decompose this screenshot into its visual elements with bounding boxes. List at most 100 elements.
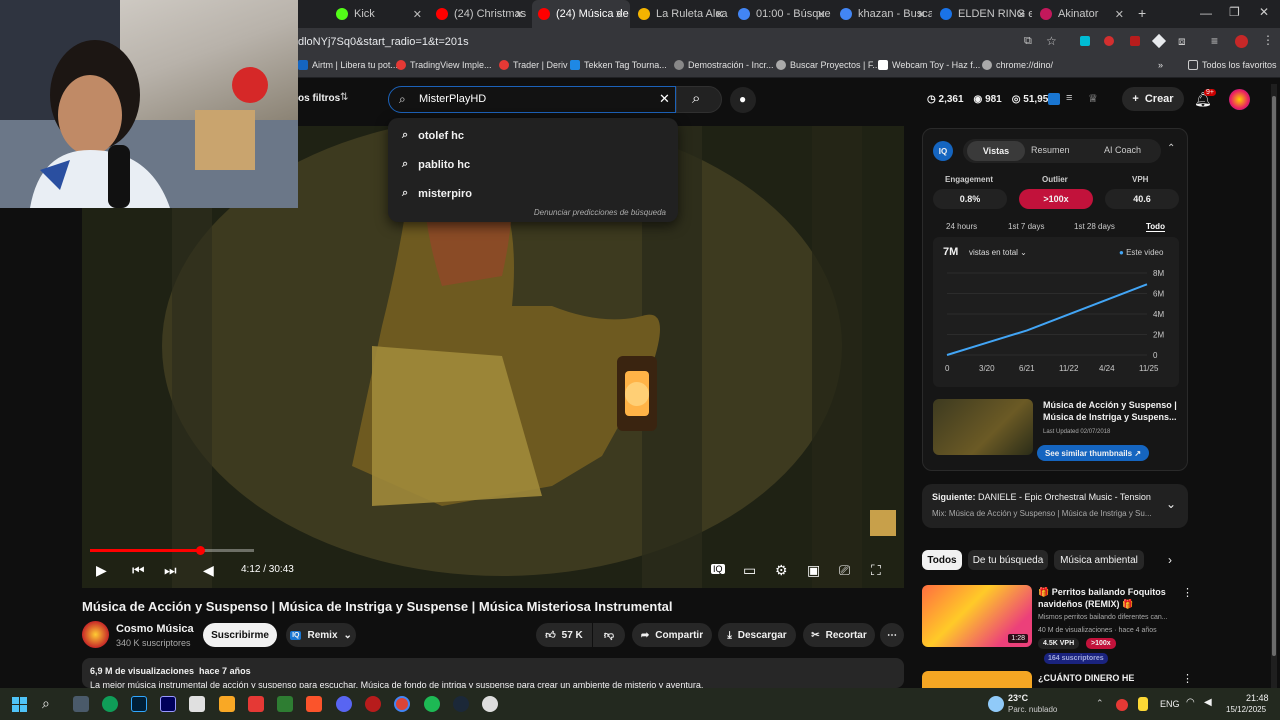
store-icon[interactable]	[189, 696, 205, 712]
tray-chevron-icon[interactable]: ⌃	[1096, 698, 1104, 709]
bookmarks-overflow-icon[interactable]: »	[1158, 60, 1163, 70]
tab-ruleta[interactable]: La Ruleta Alea ✕	[632, 0, 730, 28]
extension-icon[interactable]	[1104, 36, 1114, 46]
range-28d[interactable]: 1st 28 days	[1074, 222, 1115, 231]
chip-todos[interactable]: Todos	[922, 550, 962, 570]
theater-icon[interactable]: ▣	[807, 562, 820, 579]
folder-icon[interactable]	[219, 696, 235, 712]
close-icon[interactable]: ✕	[817, 8, 826, 21]
voice-search-button[interactable]: ●	[730, 87, 756, 113]
minimize-icon[interactable]: —	[1200, 6, 1212, 20]
next-icon[interactable]: ⏭︎	[164, 562, 177, 579]
language-indicator[interactable]: ENG	[1160, 699, 1180, 709]
tab-vistas[interactable]: Vistas	[967, 141, 1025, 161]
scrollbar-thumb[interactable]	[1272, 96, 1276, 656]
restore-icon[interactable]: ❐	[1229, 5, 1240, 19]
tab-ai-coach[interactable]: AI Coach	[1104, 145, 1141, 155]
related-title[interactable]: 🎁 Perritos bailando Foquitos navideños (…	[1038, 586, 1166, 610]
install-icon[interactable]: ⧉	[1024, 35, 1032, 48]
search-input[interactable]: MisterPlayHD	[419, 93, 486, 105]
spotify-icon[interactable]	[424, 696, 440, 712]
create-button[interactable]: + Crear	[1122, 87, 1184, 111]
range-24h[interactable]: 24 hours	[946, 222, 977, 231]
dislike-button[interactable]: 👎︎	[593, 623, 625, 647]
tab-christmas[interactable]: (24) Christmas ✕	[430, 0, 530, 28]
tab-kick[interactable]: Kick ✕	[330, 0, 428, 28]
share-button[interactable]: ➦ Compartir	[632, 623, 712, 647]
star-icon[interactable]: ☆	[1046, 34, 1057, 48]
more-actions-button[interactable]: ⋯	[880, 623, 904, 647]
bookmark-tekken[interactable]: Tekken Tag Tourna...	[570, 60, 667, 70]
premiere-icon[interactable]	[160, 696, 176, 712]
menu-icon[interactable]: ⋮	[1262, 33, 1274, 47]
list-icon[interactable]: ≡	[1066, 92, 1072, 104]
more-icon[interactable]: ⋮	[1182, 586, 1193, 599]
tab-elden-ring[interactable]: ELDEN RING e ✕	[934, 0, 1032, 28]
tray-icon[interactable]	[1116, 699, 1128, 711]
suggestion-item[interactable]: ⌕ pablito hc	[402, 158, 470, 171]
subscribe-button[interactable]: Suscribirme	[203, 623, 277, 647]
steam-icon[interactable]	[453, 696, 469, 712]
app-icon[interactable]	[365, 696, 381, 712]
bookmark-deriv[interactable]: Trader | Deriv	[499, 60, 568, 70]
channel-avatar[interactable]	[82, 621, 109, 648]
close-icon[interactable]: ✕	[715, 8, 724, 21]
clip-button[interactable]: ✂ Recortar	[803, 623, 875, 647]
media-icon[interactable]: ≡	[1211, 34, 1218, 48]
related-thumbnail[interactable]	[922, 671, 1032, 688]
tab-akinator[interactable]: Akinator ✕	[1034, 0, 1130, 28]
obs-icon[interactable]	[482, 696, 498, 712]
iq-icon[interactable]	[1048, 93, 1060, 105]
similar-thumbnails-button[interactable]: See similar thumbnails ↗	[1037, 445, 1149, 461]
related-thumbnail[interactable]	[933, 399, 1033, 455]
windows-start-icon[interactable]	[12, 697, 28, 713]
deriv-icon[interactable]	[248, 696, 264, 712]
report-predictions-link[interactable]: Denunciar predicciones de búsqueda	[534, 208, 666, 217]
fullscreen-icon[interactable]: ⛶	[871, 562, 881, 579]
bookmark-airtm[interactable]: Airtm | Libera tu pot...	[298, 60, 398, 70]
suggestion-item[interactable]: ⌕ misterpiro	[402, 187, 472, 200]
cast-icon[interactable]: ⎚	[839, 562, 850, 579]
chevron-right-icon[interactable]: ›	[1168, 553, 1172, 567]
search-button[interactable]: ⌕	[676, 86, 722, 113]
bookmark-demo[interactable]: Demostración - Incr...	[674, 60, 774, 70]
tab-resumen[interactable]: Resumen	[1031, 145, 1070, 155]
tab-khazan[interactable]: khazan - Busca ✕	[834, 0, 932, 28]
filters-label[interactable]: os filtros	[298, 93, 340, 104]
search-box[interactable]: ⌕ MisterPlayHD ✕	[388, 86, 676, 113]
close-icon[interactable]: ✕	[515, 8, 524, 21]
new-tab-icon[interactable]: +	[1138, 5, 1146, 21]
range-7d[interactable]: 1st 7 days	[1008, 222, 1044, 231]
close-icon[interactable]: ✕	[615, 8, 624, 21]
brave-icon[interactable]	[306, 696, 322, 712]
chip-musica-ambiental[interactable]: Música ambiental	[1054, 550, 1144, 570]
more-icon[interactable]: ⋮	[1182, 672, 1193, 685]
collapse-icon[interactable]: ⌃	[1167, 143, 1175, 154]
remix-button[interactable]: IQ Remix ⌄	[286, 623, 356, 647]
bookmark-tradingview[interactable]: TradingView Imple...	[396, 60, 492, 70]
play-icon[interactable]: ▶	[96, 562, 107, 579]
url-text[interactable]: dloNYj7Sq0&start_radio=1&t=201s	[298, 36, 469, 48]
task-view-icon[interactable]	[73, 696, 89, 712]
tab-musica[interactable]: (24) Música de ✕	[532, 0, 630, 28]
filters-icon[interactable]: ⇅	[340, 92, 348, 103]
close-icon[interactable]: ✕	[1017, 8, 1026, 21]
extension-icon[interactable]	[1130, 36, 1140, 46]
settings-icon[interactable]: ⚙	[775, 562, 788, 579]
minecraft-icon[interactable]	[277, 696, 293, 712]
close-icon[interactable]: ✕	[1115, 8, 1124, 21]
trophy-icon[interactable]: ♕	[1088, 92, 1098, 105]
photoshop-icon[interactable]	[131, 696, 147, 712]
subtitles-icon[interactable]: ▭	[743, 562, 756, 579]
progress-scrubber[interactable]	[196, 546, 205, 555]
next-up-box[interactable]: Siguiente: DANIELE - Epic Orchestral Mus…	[922, 484, 1188, 528]
tab-busqueda[interactable]: 01:00 - Búsque ✕	[732, 0, 832, 28]
suggestion-item[interactable]: ⌕ otolef hc	[402, 129, 464, 142]
bookmark-dino[interactable]: chrome://dino/	[982, 60, 1053, 70]
download-button[interactable]: ⤓ Descargar	[718, 623, 796, 647]
search-icon[interactable]: ⌕	[42, 695, 50, 712]
puzzle-icon[interactable]: ⧈	[1178, 34, 1186, 49]
chevron-down-icon[interactable]: ⌄	[1166, 497, 1176, 511]
discord-icon[interactable]	[336, 696, 352, 712]
profile-avatar[interactable]	[1235, 35, 1248, 48]
